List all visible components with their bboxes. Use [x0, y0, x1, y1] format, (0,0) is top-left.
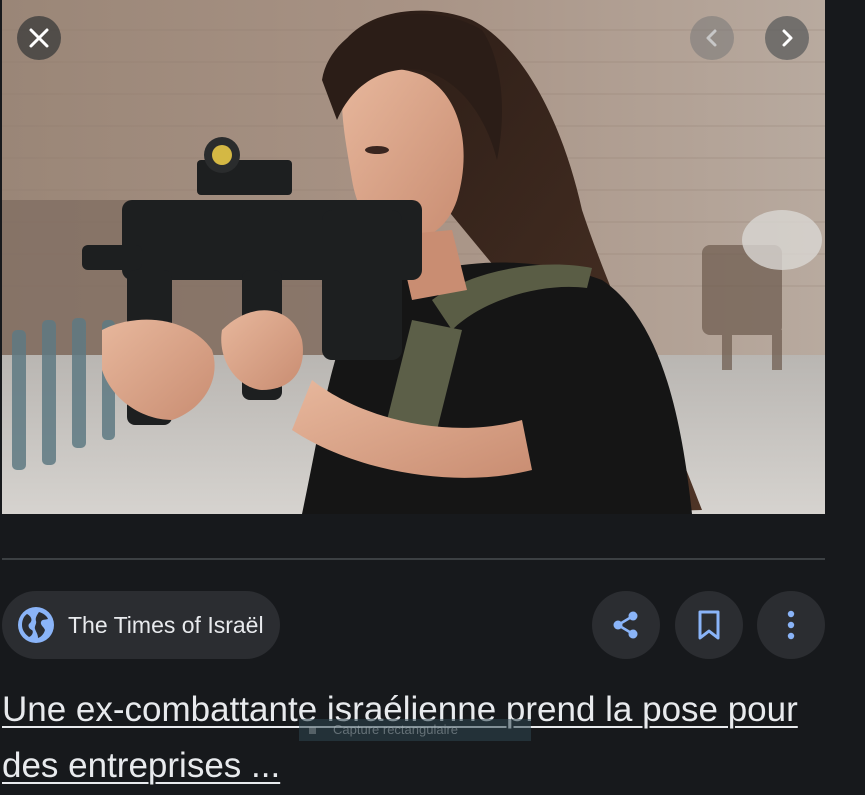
close-button[interactable]: [17, 16, 61, 60]
save-button[interactable]: [675, 591, 743, 659]
close-icon: [29, 28, 49, 48]
image-viewer-panel: The Times of Israël Une ex-combattante i…: [0, 0, 865, 795]
share-button[interactable]: [592, 591, 660, 659]
source-name: The Times of Israël: [68, 611, 264, 638]
capture-dot-icon: [309, 727, 316, 734]
source-chip[interactable]: The Times of Israël: [2, 591, 280, 659]
bookmark-icon: [698, 610, 720, 640]
chevron-left-icon: [706, 29, 717, 47]
next-image-button[interactable]: [765, 16, 809, 60]
preview-image[interactable]: [2, 0, 825, 514]
more-options-button[interactable]: [757, 591, 825, 659]
chevron-right-icon: [782, 29, 793, 47]
previous-image-button[interactable]: [690, 16, 734, 60]
preview-image-graphic: [2, 0, 825, 514]
globe-icon: [16, 605, 56, 645]
more-vert-icon: [787, 610, 795, 640]
capture-tooltip: Capture rectangulaire: [299, 719, 531, 741]
capture-label: Capture rectangulaire: [333, 722, 459, 737]
share-icon: [613, 611, 638, 639]
divider: [2, 558, 825, 560]
